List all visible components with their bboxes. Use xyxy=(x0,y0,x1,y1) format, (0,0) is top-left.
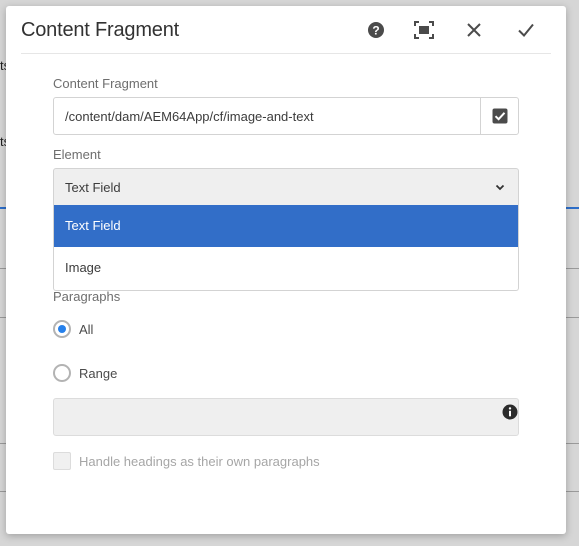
radio-range-label: Range xyxy=(79,365,118,381)
dialog-title: Content Fragment xyxy=(21,19,179,41)
content-fragment-pathfield xyxy=(53,97,519,135)
element-option-image[interactable]: Image xyxy=(54,247,518,289)
help-icon: ? xyxy=(368,22,384,38)
fullscreen-button[interactable] xyxy=(412,18,436,42)
handle-headings-row: Handle headings as their own paragraphs xyxy=(53,452,320,470)
radio-all-button[interactable] xyxy=(53,320,71,338)
radio-all[interactable]: All xyxy=(53,319,93,339)
select-checkbox-icon xyxy=(492,108,507,124)
path-picker-button[interactable] xyxy=(480,98,518,134)
info-icon[interactable] xyxy=(502,404,518,420)
done-button[interactable] xyxy=(514,18,538,42)
fullscreen-icon xyxy=(414,21,434,39)
radio-range[interactable]: Range xyxy=(53,363,117,383)
handle-headings-checkbox[interactable] xyxy=(53,452,71,470)
paragraphs-label: Paragraphs xyxy=(53,289,121,304)
element-label: Element xyxy=(53,147,101,162)
element-select[interactable]: Text Field xyxy=(53,168,519,206)
element-option-text-field[interactable]: Text Field xyxy=(54,205,518,247)
range-input xyxy=(53,398,519,436)
done-check-icon xyxy=(518,23,534,37)
content-fragment-dialog: Content Fragment ? Content Fragment /con… xyxy=(6,6,566,534)
element-listbox: Text Field Image xyxy=(53,205,519,291)
chevron-down-icon xyxy=(495,184,505,191)
content-fragment-label: Content Fragment xyxy=(53,76,158,91)
close-icon xyxy=(467,23,481,37)
close-button[interactable] xyxy=(462,18,486,42)
element-select-value: Text Field xyxy=(65,180,121,195)
content-fragment-path-input[interactable] xyxy=(54,98,480,134)
svg-text:?: ? xyxy=(372,24,379,38)
radio-all-label: All xyxy=(79,321,94,337)
help-button[interactable]: ? xyxy=(364,18,388,42)
handle-headings-label: Handle headings as their own paragraphs xyxy=(79,453,320,469)
dialog-header: Content Fragment ? xyxy=(21,6,551,54)
radio-range-button[interactable] xyxy=(53,364,71,382)
